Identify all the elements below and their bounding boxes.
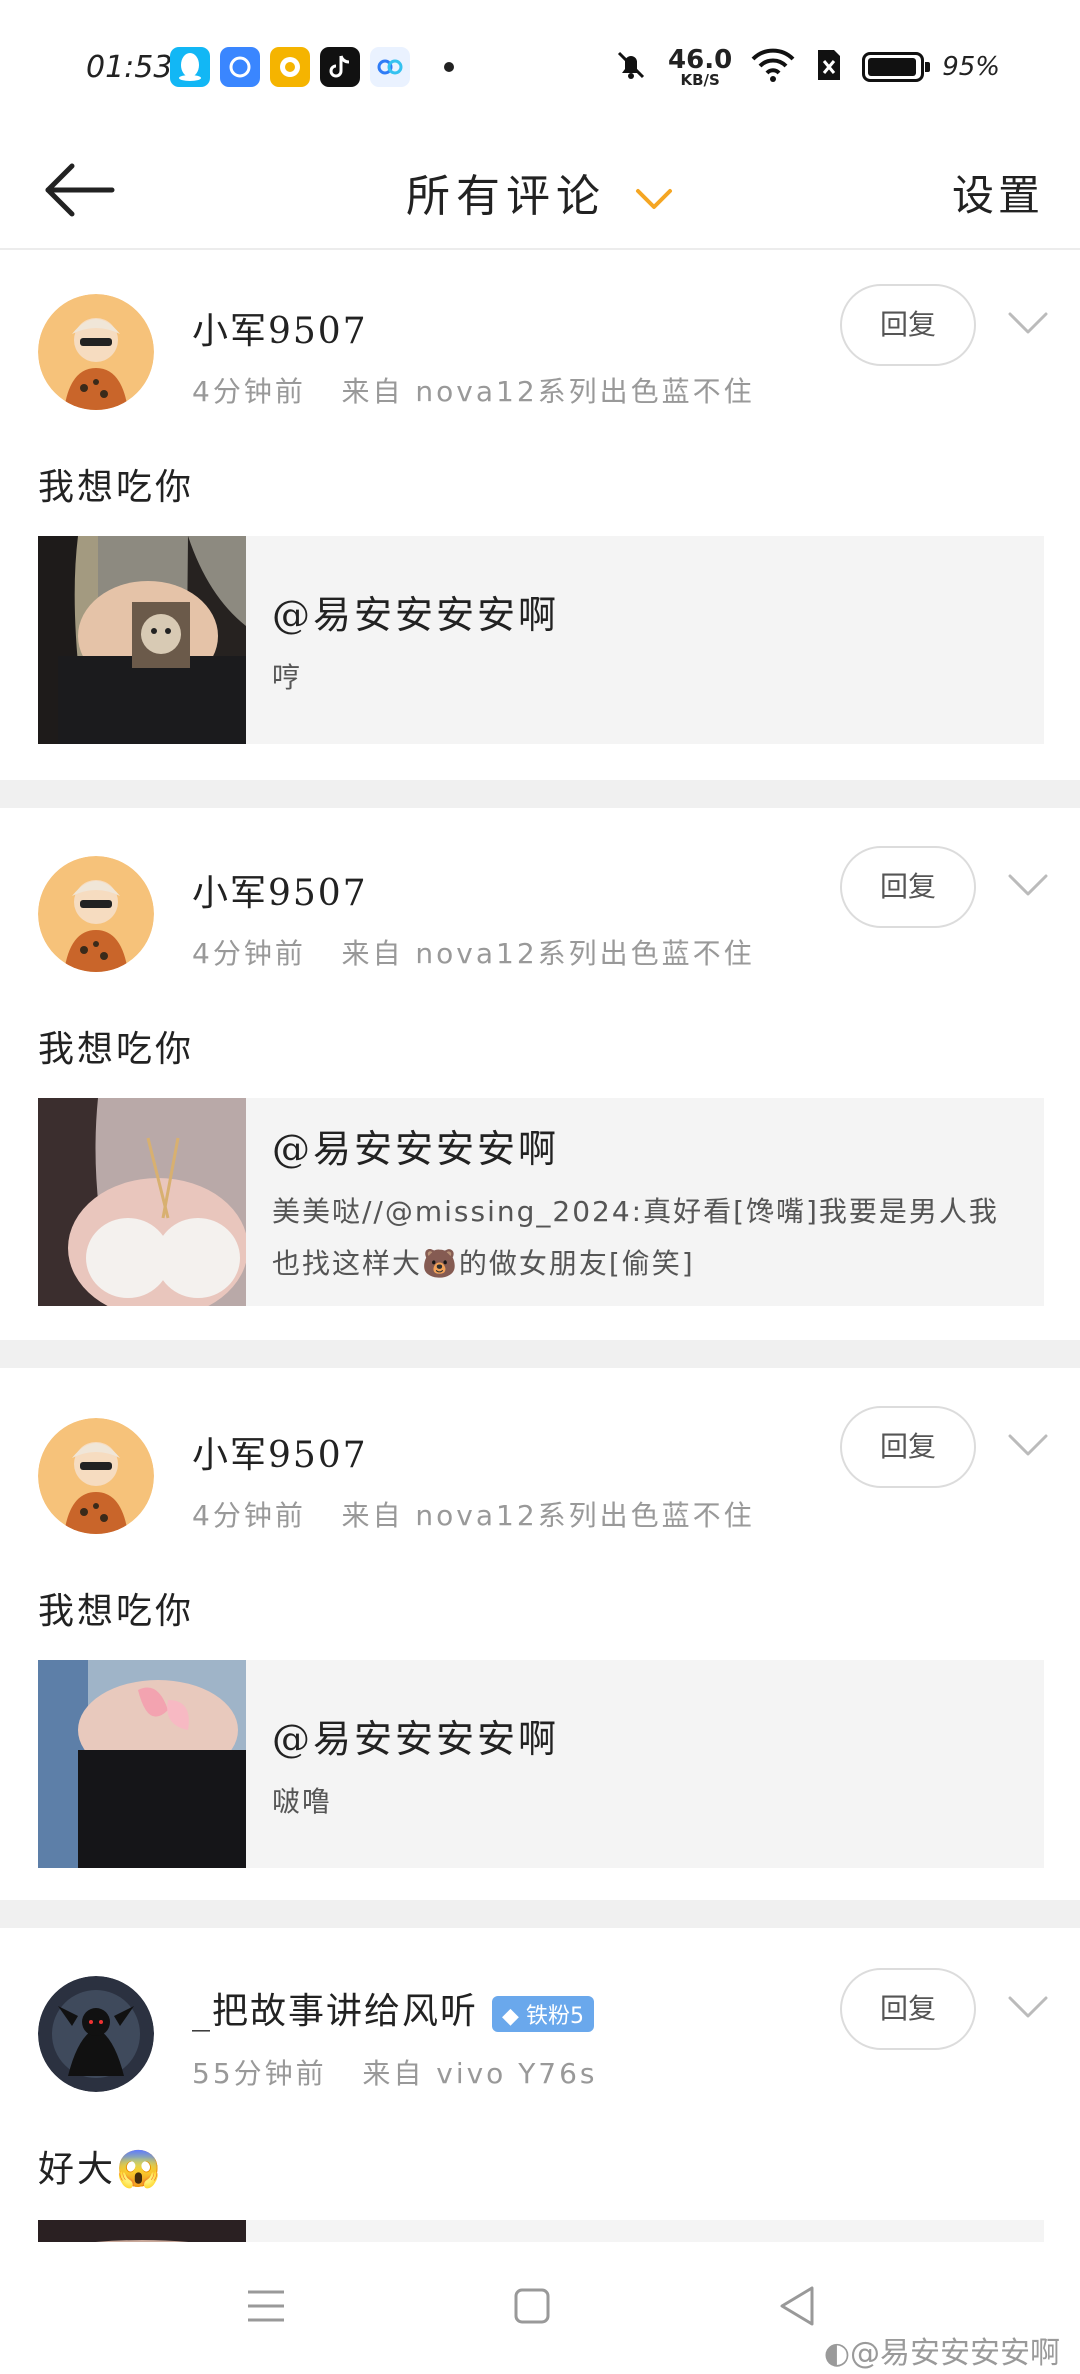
comment-time: 4分钟前 xyxy=(192,375,306,408)
battery-icon xyxy=(862,52,931,82)
reply-button[interactable]: 回复 xyxy=(840,1968,976,2050)
mute-bell-icon xyxy=(612,46,650,88)
section-divider xyxy=(0,780,1080,808)
quoted-post-thumbnail xyxy=(38,536,246,744)
comment-filter-dropdown[interactable]: 所有评论 xyxy=(0,160,1080,224)
quoted-post[interactable]: @易安安安安啊 哼 xyxy=(38,536,1044,744)
username-row: _把故事讲给风听 ◆ 铁粉5 xyxy=(192,1982,594,2034)
comment-time: 4分钟前 xyxy=(192,1499,306,1532)
battery-fill xyxy=(868,58,917,76)
more-notifications-dot xyxy=(444,62,454,72)
coin-app-icon xyxy=(270,47,310,87)
comment-source: 来自 nova12系列出色蓝不住 xyxy=(341,937,755,970)
quoted-text: 美美哒//@missing_2024:真好看[馋嘴]我要是男人我也找这样大🐻的做… xyxy=(272,1195,999,1280)
chevron-down-icon[interactable] xyxy=(1006,870,1050,900)
status-time: 01:53 xyxy=(86,50,173,85)
watermark-text: @易安安安安啊 xyxy=(850,2336,1060,2371)
reply-button[interactable]: 回复 xyxy=(840,284,976,366)
comment-source: 来自 nova12系列出色蓝不住 xyxy=(341,375,755,408)
quoted-post-thumbnail xyxy=(38,1098,246,1306)
notification-icons xyxy=(170,46,454,88)
quoted-text: 啵噜 xyxy=(272,1785,333,1818)
weibo-watermark: ◐@易安安安安啊 xyxy=(824,2328,1060,2372)
battery-percent: 95% xyxy=(942,52,1000,82)
fan-badge: ◆ 铁粉5 xyxy=(492,1996,594,2032)
quoted-author[interactable]: @易安安安安啊 xyxy=(272,1708,559,1763)
net-speed-value: 46.0 xyxy=(668,44,733,75)
net-speed-unit: KB/S xyxy=(680,70,720,89)
comment-meta: 4分钟前 来自 nova12系列出色蓝不住 xyxy=(192,932,755,972)
chevron-down-icon xyxy=(636,188,672,209)
qq-icon xyxy=(170,47,210,87)
status-right: 46.0 KB/S 95% xyxy=(612,44,1000,90)
back-nav-icon[interactable] xyxy=(768,2276,828,2336)
menu-nav-icon[interactable] xyxy=(236,2276,296,2336)
wifi-icon xyxy=(750,47,796,87)
quoted-text: 哼 xyxy=(272,661,303,694)
chevron-down-icon[interactable] xyxy=(1006,308,1050,338)
tiktok-icon xyxy=(320,47,360,87)
comment-meta: 4分钟前 来自 nova12系列出色蓝不住 xyxy=(192,1494,755,1534)
comment-card: 小军9507 4分钟前 来自 nova12系列出色蓝不住 回复 我想吃你 @易安… xyxy=(0,1368,1080,1900)
comment-text: 好大😱 xyxy=(38,2149,164,2190)
comment-card: 小军9507 4分钟前 来自 nova12系列出色蓝不住 回复 我想吃你 @易安… xyxy=(0,250,1080,780)
comment-text: 我想吃你 xyxy=(38,467,195,508)
quoted-author[interactable]: @易安安安安啊 xyxy=(272,1118,559,1173)
comment-card: 小军9507 4分钟前 来自 nova12系列出色蓝不住 回复 我想吃你 @易安… xyxy=(0,808,1080,1340)
quoted-post[interactable] xyxy=(38,2220,1044,2242)
avatar[interactable] xyxy=(38,294,154,410)
username[interactable]: 小军9507 xyxy=(192,864,368,916)
comment-text: 我想吃你 xyxy=(38,1029,195,1070)
browser-icon xyxy=(220,47,260,87)
fan-badge-label: 铁粉5 xyxy=(525,2004,584,2029)
comment-meta: 4分钟前 来自 nova12系列出色蓝不住 xyxy=(192,370,755,410)
comment-meta: 55分钟前 来自 vivo Y76s xyxy=(192,2052,598,2092)
section-divider xyxy=(0,1900,1080,1928)
chevron-down-icon[interactable] xyxy=(1006,1992,1050,2022)
quoted-author[interactable]: @易安安安安啊 xyxy=(272,584,559,639)
baidu-netdisk-icon xyxy=(370,47,410,87)
avatar[interactable] xyxy=(38,1418,154,1534)
diamond-icon: ◆ xyxy=(502,2004,519,2029)
avatar[interactable] xyxy=(38,1976,154,2092)
home-nav-icon[interactable] xyxy=(502,2276,562,2336)
username[interactable]: 小军9507 xyxy=(192,1426,368,1478)
comment-time: 4分钟前 xyxy=(192,937,306,970)
comment-time: 55分钟前 xyxy=(192,2057,327,2090)
settings-button[interactable]: 设置 xyxy=(952,162,1044,223)
quoted-post[interactable]: @易安安安安啊 啵噜 xyxy=(38,1660,1044,1868)
username[interactable]: _把故事讲给风听 xyxy=(192,1991,478,2032)
quoted-post-thumbnail xyxy=(38,2220,246,2242)
net-speed: 46.0 KB/S xyxy=(668,47,732,88)
section-divider xyxy=(0,1340,1080,1368)
weibo-logo-icon: ◐ xyxy=(823,2336,850,2371)
reply-button[interactable]: 回复 xyxy=(840,846,976,928)
comment-card: _把故事讲给风听 ◆ 铁粉5 55分钟前 来自 vivo Y76s 回复 好大😱 xyxy=(0,1928,1080,2242)
quoted-post-thumbnail xyxy=(38,1660,246,1868)
avatar[interactable] xyxy=(38,856,154,972)
comment-source: 来自 vivo Y76s xyxy=(362,2057,598,2090)
comment-text: 我想吃你 xyxy=(38,1591,195,1632)
quoted-post[interactable]: @易安安安安啊 美美哒//@missing_2024:真好看[馋嘴]我要是男人我… xyxy=(38,1098,1044,1306)
page-title: 所有评论 xyxy=(406,171,606,222)
username[interactable]: 小军9507 xyxy=(192,302,368,354)
chevron-down-icon[interactable] xyxy=(1006,1430,1050,1460)
no-sim-icon xyxy=(814,46,844,88)
status-bar: 01:53 46.0 KB/S 95% xyxy=(0,0,1080,130)
top-bar: 所有评论 设置 xyxy=(0,130,1080,250)
comment-source: 来自 nova12系列出色蓝不住 xyxy=(341,1499,755,1532)
reply-button[interactable]: 回复 xyxy=(840,1406,976,1488)
